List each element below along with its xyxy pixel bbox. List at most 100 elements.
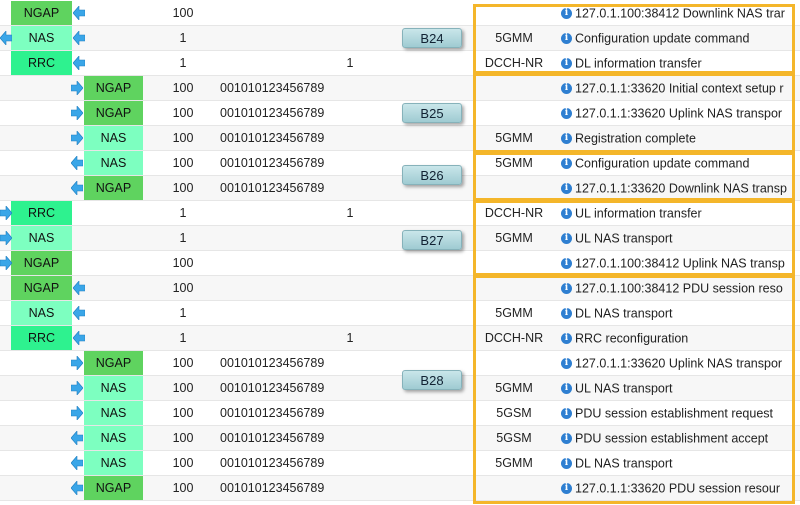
info-icon[interactable]: i [561,358,572,370]
message-cell[interactable]: i UL NAS transport [561,226,793,250]
direction-arrow-icon [70,80,84,96]
info-icon[interactable]: i [561,258,572,270]
message-cell[interactable]: i 127.0.1.1:33620 PDU session resour [561,476,793,500]
table-row[interactable]: NAS 1 5GMM i DL NAS transport [0,301,800,326]
message-cell[interactable]: i DL NAS transport [561,451,793,475]
index-cell [330,276,370,300]
table-row[interactable]: RRC 1 1 DCCH-NR i DL information transfer [0,51,800,76]
direction-arrow-icon [70,105,84,121]
imsi-cell: 001010123456789 [220,81,325,95]
message-cell[interactable]: i PDU session establishment request [561,401,793,425]
arrow-left-icon [70,455,84,471]
table-row[interactable]: NAS 100 001010123456789 5GSM i PDU session es… [0,426,800,451]
protocol-cell: NAS [84,376,143,400]
message-cell[interactable]: i 127.0.1.100:38412 Uplink NAS transp [561,251,793,275]
protocol-cell: NAS [84,401,143,425]
count-cell: 100 [172,481,194,495]
message-cell[interactable]: i 127.0.1.100:38412 PDU session reso [561,276,793,300]
direction-arrow-icon [70,155,84,171]
message-cell[interactable]: i Configuration update command [561,151,793,175]
table-row[interactable]: NGAP 100 001010123456789 i 127.0.1.1:33620 U… [0,101,800,126]
info-icon[interactable]: i [561,233,572,245]
table-row[interactable]: RRC 1 1 DCCH-NR i RRC reconfiguration [0,326,800,351]
layer-cell [478,176,550,200]
info-icon[interactable]: i [561,183,572,195]
protocol-cell: NAS [84,126,143,150]
arrow-right-icon [70,380,84,396]
message-cell[interactable]: i 127.0.1.1:33620 Uplink NAS transpor [561,351,793,375]
table-row[interactable]: NAS 100 001010123456789 5GMM i Registration c… [0,126,800,151]
table-row[interactable]: NGAP 100 001010123456789 i 127.0.1.1:33620 U… [0,351,800,376]
count-cell: 100 [172,81,194,95]
arrow-left-icon [0,30,13,46]
table-row[interactable]: NGAP 100 i 127.0.1.100:38412 PDU session re… [0,276,800,301]
message-text: PDU session establishment accept [575,431,769,446]
table-row[interactable]: NAS 100 001010123456789 5GMM i UL NAS transpo… [0,376,800,401]
message-cell[interactable]: i 127.0.1.1:33620 Uplink NAS transpor [561,101,793,125]
layer-cell: 5GMM [495,156,533,170]
direction-arrow-icon [72,330,86,346]
table-row[interactable]: NGAP 100 001010123456789 i 127.0.1.1:33620 D… [0,176,800,201]
table-row[interactable]: NGAP 100 001010123456789 i 127.0.1.1:33620 I… [0,76,800,101]
message-text: PDU session establishment request [575,406,774,421]
arrow-right-icon [70,405,84,421]
info-icon[interactable]: i [561,458,572,470]
message-cell[interactable]: i Registration complete [561,126,793,150]
layer-cell [478,101,550,125]
index-cell [330,226,370,250]
direction-arrow-icon [0,30,13,46]
table-row[interactable]: NAS 100 001010123456789 5GMM i Configuration … [0,151,800,176]
message-text: Registration complete [575,131,696,146]
info-icon[interactable]: i [561,208,572,220]
protocol-cell: NGAP [84,76,143,100]
info-icon[interactable]: i [561,158,572,170]
info-icon[interactable]: i [561,333,572,345]
table-row[interactable]: NGAP 100 i 127.0.1.100:38412 Downlink NAS t… [0,1,800,26]
index-cell [330,401,370,425]
message-text: Configuration update command [575,31,750,46]
message-cell[interactable]: i DL NAS transport [561,301,793,325]
direction-arrow-icon [72,5,86,21]
direction-arrow-icon [70,130,84,146]
message-cell[interactable]: i UL NAS transport [561,376,793,400]
info-icon[interactable]: i [561,433,572,445]
message-text: 127.0.1.100:38412 Downlink NAS trar [575,6,785,21]
info-icon[interactable]: i [561,408,572,420]
table-row[interactable]: NGAP 100 i 127.0.1.100:38412 Uplink NAS tra… [0,251,800,276]
index-cell [330,101,370,125]
table-row[interactable]: NAS 1 5GMM i UL NAS transport [0,226,800,251]
message-cell[interactable]: i 127.0.1.1:33620 Initial context setup r [561,76,793,100]
table-row[interactable]: NGAP 100 001010123456789 i 127.0.1.1:33620 P… [0,476,800,501]
message-cell[interactable]: i Configuration update command [561,26,793,50]
info-icon[interactable]: i [561,383,572,395]
message-cell[interactable]: i PDU session establishment accept [561,426,793,450]
info-icon[interactable]: i [561,133,572,145]
message-cell[interactable]: i UL information transfer [561,201,793,225]
info-icon[interactable]: i [561,83,572,95]
group-label-b27: B27 [402,230,462,250]
count-cell: 1 [179,331,187,345]
info-icon[interactable]: i [561,8,572,20]
direction-arrow-icon [72,30,86,46]
arrow-right-icon [70,80,84,96]
table-row[interactable]: NAS 1 5GMM i Configuration update command [0,26,800,51]
message-text: RRC reconfiguration [575,331,689,346]
message-text: UL NAS transport [575,381,673,396]
message-cell[interactable]: i RRC reconfiguration [561,326,793,350]
message-cell[interactable]: i 127.0.1.1:33620 Downlink NAS transp [561,176,793,200]
arrow-right-icon [0,230,13,246]
index-cell [330,301,370,325]
info-icon[interactable]: i [561,483,572,495]
info-icon[interactable]: i [561,283,572,295]
message-cell[interactable]: i 127.0.1.100:38412 Downlink NAS trar [561,1,793,25]
info-icon[interactable]: i [561,58,572,70]
info-icon[interactable]: i [561,108,572,120]
message-cell[interactable]: i DL information transfer [561,51,793,75]
table-row[interactable]: NAS 100 001010123456789 5GSM i PDU session es… [0,401,800,426]
table-row[interactable]: NAS 100 001010123456789 5GMM i DL NAS transpo… [0,451,800,476]
table-row[interactable]: RRC 1 1 DCCH-NR i UL information transfer [0,201,800,226]
count-cell: 1 [179,56,187,70]
info-icon[interactable]: i [561,308,572,320]
info-icon[interactable]: i [561,33,572,45]
count-cell: 100 [172,131,194,145]
